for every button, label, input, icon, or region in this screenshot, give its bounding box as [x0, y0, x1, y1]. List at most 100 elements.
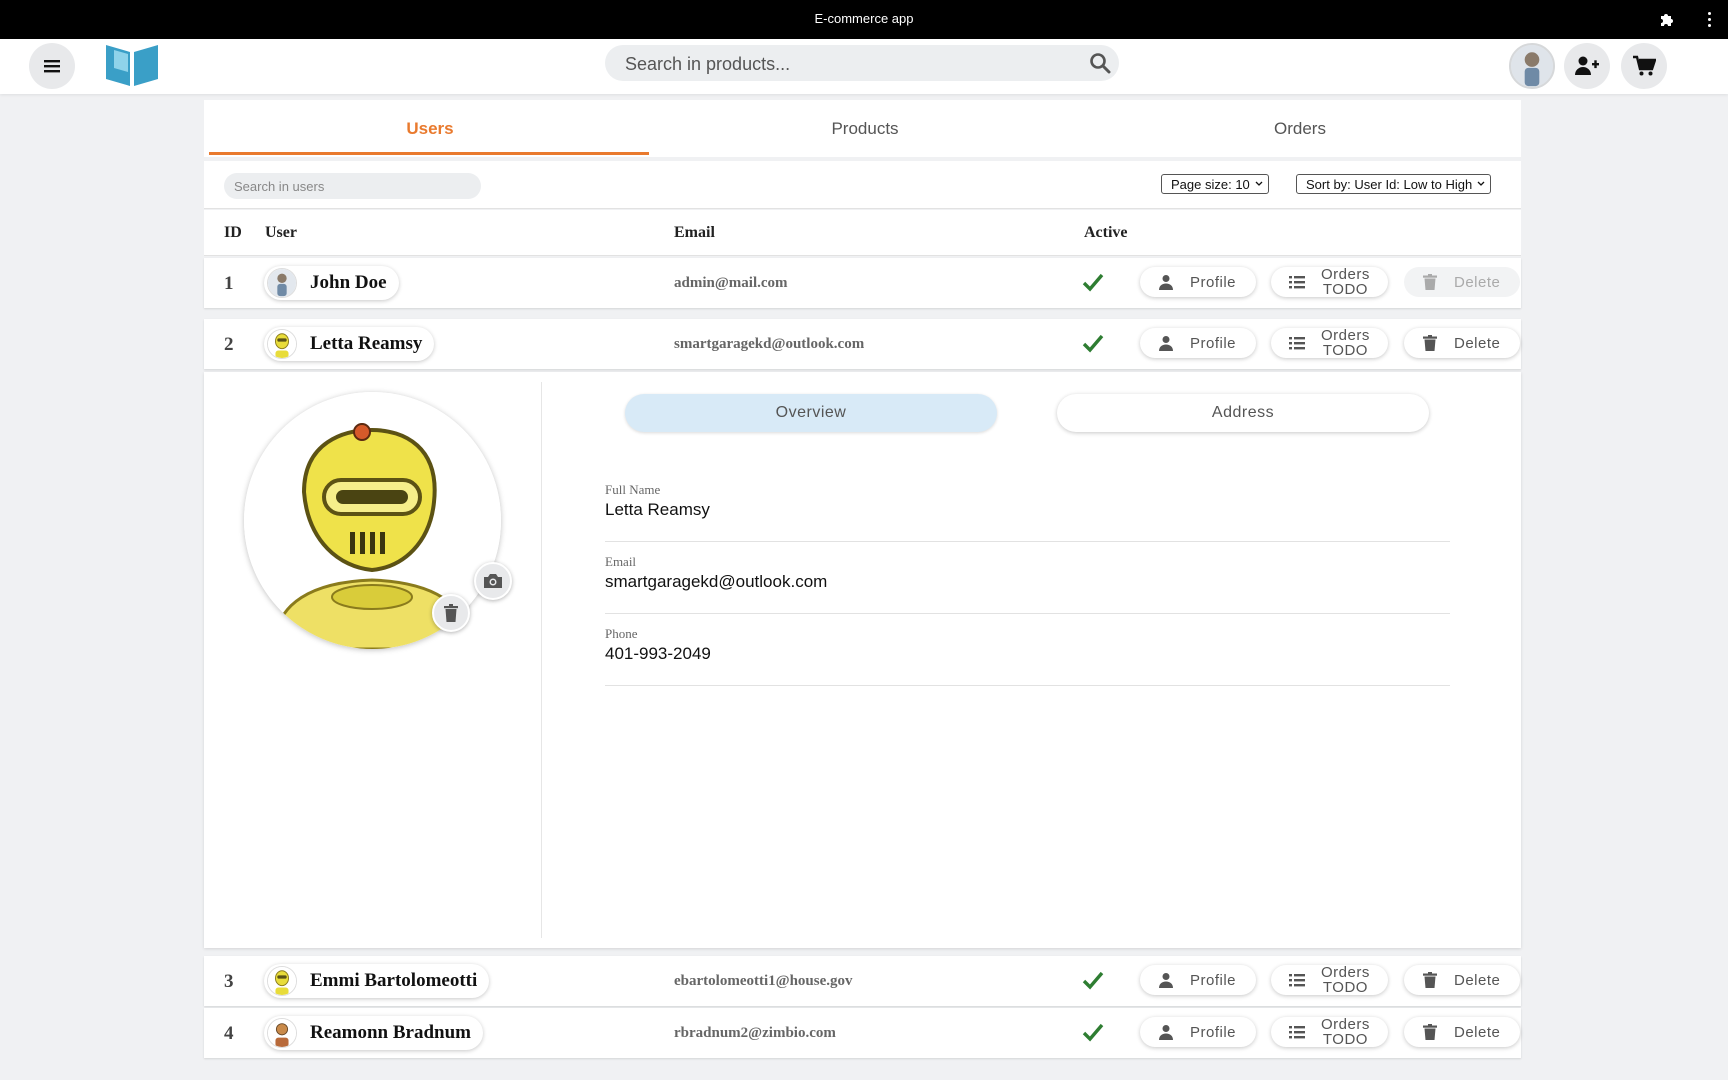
active-check-icon [1082, 1023, 1104, 1042]
trash-icon [444, 604, 458, 622]
active-check-icon [1082, 971, 1104, 990]
search-icon[interactable] [1089, 52, 1111, 74]
table-row[interactable]: 4 Reamonn Bradnum rbradnum2@zimbio.com P… [204, 1008, 1521, 1058]
user-id: 4 [224, 1023, 234, 1044]
user-email: ebartolomeotti1@house.gov [674, 973, 853, 989]
user-chip[interactable]: Emmi Bartolomeotti [264, 964, 490, 998]
tab-orders[interactable]: Orders [1080, 100, 1520, 157]
active-tab-indicator [209, 152, 649, 155]
table-header: ID User Email Active [204, 210, 1521, 256]
orders-label: Orders TODO [1321, 1017, 1370, 1047]
orders-label-line2: TODO [1322, 281, 1368, 298]
delete-label: Delete [1454, 1024, 1501, 1041]
delete-button[interactable]: Delete [1404, 965, 1520, 995]
extension-icon[interactable] [1658, 10, 1676, 28]
list-icon [1289, 1026, 1305, 1039]
phone-value: 401-993-2049 [605, 644, 711, 663]
full-name-value: Letta Reamsy [605, 500, 710, 519]
orders-button[interactable]: Orders TODO [1271, 1017, 1388, 1047]
change-photo-button[interactable] [474, 562, 512, 600]
orders-label: Orders TODO [1321, 965, 1370, 995]
segment-overview[interactable]: Overview [625, 394, 997, 432]
user-detail-panel: Overview Address Full Name Letta Reamsy … [204, 372, 1521, 948]
user-name: Emmi Bartolomeotti [310, 970, 478, 991]
column-header-id: ID [224, 224, 242, 241]
app-header: Search in products... [0, 39, 1728, 94]
delete-button[interactable]: Delete [1404, 1017, 1520, 1047]
delete-button[interactable]: Delete [1404, 267, 1520, 297]
menu-icon [44, 60, 60, 73]
person-icon [1159, 973, 1173, 988]
trash-icon [1423, 972, 1437, 988]
user-chip[interactable]: Reamonn Bradnum [264, 1016, 483, 1050]
delete-label: Delete [1454, 274, 1501, 291]
sort-by-value: Sort by: User Id: Low to High [1306, 177, 1473, 192]
current-user-avatar[interactable] [1509, 43, 1555, 89]
profile-button[interactable]: Profile [1140, 267, 1256, 297]
full-name-label: Full Name [605, 482, 661, 497]
trash-icon [1423, 335, 1437, 351]
search-placeholder: Search in products... [625, 54, 791, 74]
person-icon [1159, 1025, 1173, 1040]
user-email: smartgaragekd@outlook.com [674, 336, 865, 352]
logo-book-icon[interactable] [104, 42, 160, 88]
user-search-input[interactable]: Search in users [224, 173, 481, 199]
profile-label: Profile [1190, 274, 1237, 291]
tab-products[interactable]: Products [645, 100, 1085, 157]
add-user-button[interactable] [1564, 43, 1610, 89]
chevron-down-icon [1255, 181, 1263, 186]
column-header-email: Email [674, 224, 715, 241]
more-vert-icon[interactable] [1706, 10, 1712, 28]
list-icon [1289, 276, 1305, 289]
delete-label: Delete [1454, 972, 1501, 989]
user-avatar [267, 1018, 297, 1048]
user-chip[interactable]: Letta Reamsy [264, 327, 435, 361]
profile-button[interactable]: Profile [1140, 328, 1256, 358]
delete-photo-button[interactable] [432, 594, 470, 632]
orders-button[interactable]: Orders TODO [1271, 267, 1388, 297]
user-name: John Doe [310, 272, 387, 293]
active-check-icon [1082, 334, 1104, 353]
profile-button[interactable]: Profile [1140, 965, 1256, 995]
profile-button[interactable]: Profile [1140, 1017, 1256, 1047]
phone-field[interactable]: Phone 401-993-2049 [605, 626, 1450, 686]
delete-button[interactable]: Delete [1404, 328, 1520, 358]
page-size-select[interactable]: Page size: 10 [1161, 174, 1269, 194]
orders-button[interactable]: Orders TODO [1271, 328, 1388, 358]
list-icon [1289, 337, 1305, 350]
menu-button[interactable] [29, 43, 75, 89]
user-name: Letta Reamsy [310, 333, 423, 354]
orders-label: Orders TODO [1321, 328, 1370, 358]
user-avatar [267, 329, 297, 359]
window-title: E-commerce app [814, 11, 914, 26]
table-row[interactable]: 3 Emmi Bartolomeotti ebartolomeotti1@hou… [204, 956, 1521, 1006]
table-row[interactable]: 1 John Doe admin@mail.com Profile Orders… [204, 258, 1521, 308]
product-search-input[interactable]: Search in products... [605, 45, 1119, 81]
tab-users[interactable]: Users [210, 100, 650, 157]
full-name-field[interactable]: Full Name Letta Reamsy [605, 482, 1450, 542]
panel-divider [541, 382, 542, 938]
page-size-value: Page size: 10 [1171, 177, 1250, 192]
orders-label-line2: TODO [1322, 342, 1368, 359]
active-check-icon [1082, 273, 1104, 292]
email-field[interactable]: Email smartgaragekd@outlook.com [605, 554, 1450, 614]
list-icon [1289, 974, 1305, 987]
delete-label: Delete [1454, 335, 1501, 352]
email-label: Email [605, 554, 637, 569]
user-email: admin@mail.com [674, 275, 788, 291]
orders-label-line2: TODO [1322, 979, 1368, 996]
user-avatar [267, 268, 297, 298]
users-toolbar: Search in users Page size: 10 Sort by: U… [204, 161, 1521, 209]
user-id: 2 [224, 334, 234, 355]
segment-address[interactable]: Address [1057, 394, 1429, 432]
email-value: smartgaragekd@outlook.com [605, 572, 828, 591]
person-icon [1159, 336, 1173, 351]
cart-button[interactable] [1621, 43, 1667, 89]
sort-by-select[interactable]: Sort by: User Id: Low to High [1296, 174, 1492, 194]
orders-button[interactable]: Orders TODO [1271, 965, 1388, 995]
user-chip[interactable]: John Doe [264, 266, 399, 300]
user-id: 1 [224, 273, 234, 294]
cart-icon [1633, 55, 1656, 76]
chevron-down-icon [1477, 181, 1485, 186]
table-row-expanded[interactable]: 2 Letta Reamsy smartgaragekd@outlook.com… [204, 319, 1521, 369]
